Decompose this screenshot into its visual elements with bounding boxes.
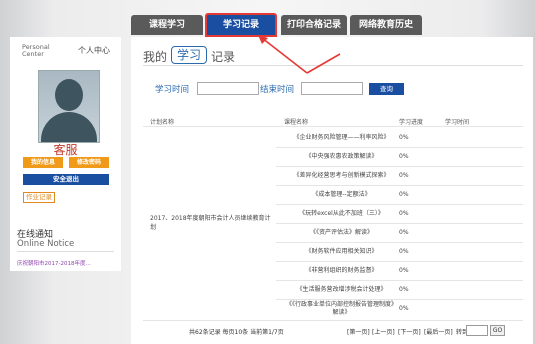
notice-title-en: Online Notice (17, 239, 75, 249)
my-info-button[interactable]: 我的信息 (23, 157, 63, 168)
sidebar: Personal Center 个人中心 客服 我的信息 修改密码 安全退出 作… (10, 37, 121, 271)
table-row-course[interactable]: 《成本管理--定额法》 (284, 191, 399, 199)
center-label: Center (22, 50, 44, 58)
table-row-course[interactable]: 《生活服务营改增涉税会计处理》 (284, 286, 399, 294)
row-divider (276, 185, 523, 186)
study-time-label: 学习时间 (155, 85, 190, 95)
end-time-label: 结束时间 (260, 85, 295, 95)
page-title-suffix: 记录 (211, 50, 236, 64)
header-course-name: 课程名称 (284, 119, 309, 126)
table-row-course[interactable]: 《财务软件应用相关知识》 (284, 248, 399, 256)
table-row-course[interactable]: 《《资产评估法》解读》 (284, 229, 399, 237)
avatar-head (55, 79, 83, 111)
end-time-input[interactable] (301, 82, 363, 95)
table-row-progress: 0% (399, 191, 409, 198)
table-row-progress: 0% (399, 229, 409, 236)
logout-button[interactable]: 安全退出 (23, 174, 109, 185)
plan-name-cell: 2017、2018年度朝阳市会计人员继续教育计划 (150, 215, 271, 231)
header-progress: 学习进度 (399, 119, 424, 126)
pagination-summary: 共62条记录 每页10条 当前第1/7页 (189, 329, 284, 336)
table-row-progress: 0% (399, 286, 409, 293)
personal-center-en: Personal Center (22, 44, 50, 58)
page-title-badge: 学习 (171, 46, 208, 64)
header-study-time: 学习时间 (445, 119, 470, 126)
table-row-progress: 0% (399, 267, 409, 274)
homework-records-link[interactable]: 作业记录 (23, 192, 55, 203)
header-plan-name: 计划名称 (150, 119, 175, 126)
table-row-course[interactable]: 《中央强农惠农政策解读》 (284, 153, 399, 161)
header-divider (143, 126, 523, 127)
row-divider (276, 299, 523, 300)
page-number-input[interactable] (466, 325, 488, 336)
row-divider (276, 166, 523, 167)
table-row-course[interactable]: 《《行政事业单位内部控制报告管理制度》解读》 (284, 301, 399, 317)
table-row-progress: 0% (399, 153, 409, 160)
table-row-progress: 0% (399, 248, 409, 255)
table-row-course[interactable]: 《非营利组织的财务监督》 (284, 267, 399, 275)
notice-divider (17, 251, 114, 252)
title-divider (143, 65, 523, 66)
search-button[interactable]: 查询 (369, 83, 404, 95)
table-row-progress: 0% (399, 134, 409, 141)
table-row-progress: 0% (399, 172, 409, 179)
tab-study-records[interactable]: 学习记录 (205, 13, 277, 37)
go-button[interactable]: GO (490, 325, 505, 336)
table-row-progress: 0% (399, 305, 409, 312)
page-title-prefix: 我的 (143, 50, 168, 64)
username: 客服 (53, 143, 78, 157)
tab-course-study[interactable]: 课程学习 (131, 15, 203, 35)
change-password-button[interactable]: 修改密码 (69, 157, 109, 168)
avatar-shoulders (41, 112, 97, 142)
tab-online-education-history[interactable]: 网络教育历史 (350, 15, 422, 35)
pagination: 共62条记录 每页10条 当前第1/7页 [第一页] [上一页] [下一页] [… (131, 324, 533, 338)
personal-center-title: 个人中心 (78, 46, 110, 55)
prev-page-link[interactable]: [上一页] (372, 327, 395, 336)
table-row-progress: 0% (399, 210, 409, 217)
table-row-course[interactable]: 《企业财务风险管理——利率风险》 (284, 134, 399, 142)
row-divider (276, 280, 523, 281)
last-page-link[interactable]: [最后一页] (424, 327, 453, 336)
main-panel: 我的 学习 记录 学习时间 结束时间 查询 计划名称 课程名称 学习进度 学习时… (131, 37, 533, 344)
table-bottom-divider (143, 320, 523, 321)
table-row-course[interactable]: 《玩转excel从此不加班（三）》 (284, 210, 399, 218)
study-time-input[interactable] (197, 82, 259, 95)
row-divider (276, 204, 523, 205)
row-divider (276, 261, 523, 262)
next-page-link[interactable]: [下一页] (398, 327, 421, 336)
avatar (38, 70, 100, 143)
tab-print-records[interactable]: 打印合格记录 (281, 15, 347, 35)
notice-item[interactable]: 庆祝朝阳市2017-2018年度... (17, 259, 91, 267)
first-page-link[interactable]: [第一页] (347, 327, 370, 336)
row-divider (276, 242, 523, 243)
row-divider (276, 147, 523, 148)
row-divider (276, 223, 523, 224)
table-row-course[interactable]: 《差异化经营思考与创新模式探索》 (284, 172, 399, 180)
